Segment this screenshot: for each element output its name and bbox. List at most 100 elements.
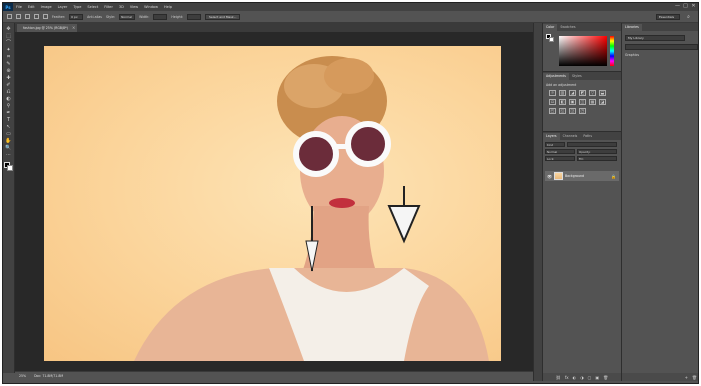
lasso-tool-icon[interactable]: ⌒ <box>5 40 13 46</box>
layer-style-icon[interactable]: fx <box>565 375 569 380</box>
tab-color[interactable]: Color <box>543 24 558 31</box>
menu-image[interactable]: Image <box>38 3 55 11</box>
history-brush-tool-icon[interactable]: ⎌ <box>5 89 13 95</box>
type-tool-icon[interactable]: T <box>5 117 13 123</box>
layer-row[interactable]: 👁 Background 🔒 <box>545 171 619 181</box>
invert-adjustment-icon[interactable]: ◪ <box>599 99 606 105</box>
menu-select[interactable]: Select <box>84 3 101 11</box>
delete-content-icon[interactable]: 🗑 <box>692 375 697 380</box>
curves-adjustment-icon[interactable]: ◢ <box>569 90 576 96</box>
feather-input[interactable]: 0 px <box>69 13 84 20</box>
exposure-adjustment-icon[interactable]: ◩ <box>579 90 586 96</box>
link-layers-icon[interactable]: ⛓ <box>556 375 561 380</box>
minimize-icon[interactable]: — <box>675 4 680 9</box>
library-select[interactable]: My Library <box>625 35 685 41</box>
layer-kind-filter[interactable]: Kind <box>545 142 565 147</box>
crop-tool-icon[interactable]: ⌗ <box>5 54 13 60</box>
eyedropper-tool-icon[interactable]: ✎ <box>5 61 13 67</box>
rectangle-tool-icon[interactable]: ▭ <box>5 131 13 137</box>
height-input[interactable] <box>187 13 202 20</box>
path-select-tool-icon[interactable]: ↖ <box>5 124 13 130</box>
width-input[interactable] <box>153 13 168 20</box>
panel-background-swatch[interactable] <box>549 37 554 42</box>
tab-paths[interactable]: Paths <box>580 133 595 140</box>
black-white-adjustment-icon[interactable]: ◧ <box>559 99 566 105</box>
threshold-adjustment-icon[interactable]: ◱ <box>559 108 566 114</box>
layer-name[interactable]: Background <box>565 174 609 178</box>
visibility-eye-icon[interactable]: 👁 <box>547 174 552 179</box>
add-content-icon[interactable]: + <box>685 375 688 380</box>
fill-field[interactable]: Fill: <box>577 156 617 161</box>
hue-slider[interactable] <box>610 36 614 66</box>
menu-layer[interactable]: Layer <box>55 3 71 11</box>
canvas-area[interactable] <box>15 32 533 371</box>
gradient-map-adjustment-icon[interactable]: ◳ <box>579 108 586 114</box>
style-select[interactable]: Normal <box>119 13 136 20</box>
color-balance-adjustment-icon[interactable]: ⚖ <box>549 99 556 105</box>
zoom-level[interactable]: 25% <box>19 374 26 378</box>
document-image[interactable] <box>44 46 501 361</box>
color-picker-field[interactable] <box>559 36 607 66</box>
tab-layers[interactable]: Layers <box>543 133 560 140</box>
add-selection-icon[interactable] <box>25 14 30 19</box>
quick-select-tool-icon[interactable]: ✦ <box>5 47 13 53</box>
healing-tool-icon[interactable]: ⊕ <box>5 68 13 74</box>
move-tool-icon[interactable]: ✥ <box>5 26 13 32</box>
brightness-adjustment-icon[interactable]: ☼ <box>549 90 556 96</box>
zoom-tool-icon[interactable]: 🔍 <box>5 145 13 151</box>
menu-edit[interactable]: Edit <box>25 3 38 11</box>
close-icon[interactable]: ✕ <box>691 4 696 9</box>
library-search-input[interactable] <box>625 44 698 50</box>
tab-libraries[interactable]: Libraries <box>622 24 642 31</box>
new-layer-icon[interactable]: ▣ <box>595 375 599 380</box>
new-selection-icon[interactable] <box>16 14 21 19</box>
menu-view[interactable]: View <box>127 3 141 11</box>
levels-adjustment-icon[interactable]: ▥ <box>559 90 566 96</box>
tab-styles[interactable]: Styles <box>569 73 585 80</box>
hue-saturation-adjustment-icon[interactable]: ⬓ <box>599 90 606 96</box>
menu-window[interactable]: Window <box>141 3 161 11</box>
posterize-adjustment-icon[interactable]: ◰ <box>549 108 556 114</box>
photo-filter-adjustment-icon[interactable]: ▣ <box>569 99 576 105</box>
vibrance-adjustment-icon[interactable]: ▽ <box>589 90 596 96</box>
tab-adjustments[interactable]: Adjustments <box>543 73 569 80</box>
color-lookup-adjustment-icon[interactable]: ▦ <box>589 99 596 105</box>
maximize-icon[interactable]: □ <box>683 4 688 9</box>
clone-stamp-tool-icon[interactable]: ✐ <box>5 82 13 88</box>
lock-controls[interactable]: Lock: <box>545 156 575 161</box>
delete-layer-icon[interactable]: 🗑 <box>603 375 608 380</box>
menu-file[interactable]: File <box>13 3 25 11</box>
menu-3d[interactable]: 3D <box>116 3 127 11</box>
more-tools-icon[interactable]: ⋯ <box>5 152 13 158</box>
brush-tool-icon[interactable]: ✚ <box>5 75 13 81</box>
intersect-selection-icon[interactable] <box>43 14 48 19</box>
opacity-field[interactable]: Opacity: <box>577 149 617 154</box>
selective-color-adjustment-icon[interactable]: ◲ <box>569 108 576 114</box>
new-adjustment-icon[interactable]: ◑ <box>580 375 584 380</box>
document-tab[interactable]: fashion.jpg @ 25% (RGB/8*) × <box>17 24 77 32</box>
tab-channels[interactable]: Channels <box>560 133 581 140</box>
pen-tool-icon[interactable]: ✒ <box>5 110 13 116</box>
menu-type[interactable]: Type <box>70 3 84 11</box>
marquee-tool-icon[interactable]: ⬚ <box>5 33 13 39</box>
subtract-selection-icon[interactable] <box>34 14 39 19</box>
close-document-icon[interactable]: × <box>72 24 75 32</box>
new-group-icon[interactable]: ▢ <box>588 375 592 380</box>
tab-swatches[interactable]: Swatches <box>557 24 578 31</box>
marquee-tool-preset-icon[interactable] <box>7 14 12 19</box>
blur-tool-icon[interactable]: ⚲ <box>5 103 13 109</box>
dodge-tool-icon[interactable]: ◐ <box>5 96 13 102</box>
channel-mixer-adjustment-icon[interactable]: ◫ <box>579 99 586 105</box>
graphics-section-label[interactable]: Graphics <box>625 53 639 57</box>
hand-tool-icon[interactable]: ✋ <box>5 138 13 144</box>
layer-filter-icons[interactable] <box>567 142 617 147</box>
blend-mode-select[interactable]: Normal <box>545 149 575 154</box>
background-color-swatch[interactable] <box>7 165 13 171</box>
workspace-select[interactable]: Essentials <box>656 14 680 20</box>
menu-help[interactable]: Help <box>161 3 175 11</box>
add-mask-icon[interactable]: ◐ <box>573 375 577 380</box>
menu-filter[interactable]: Filter <box>101 3 116 11</box>
antialias-checkbox[interactable]: Anti-alias <box>87 15 102 19</box>
search-icon[interactable]: ⌕ <box>685 14 692 20</box>
select-and-mask-button[interactable]: Select and Mask... <box>205 13 241 20</box>
